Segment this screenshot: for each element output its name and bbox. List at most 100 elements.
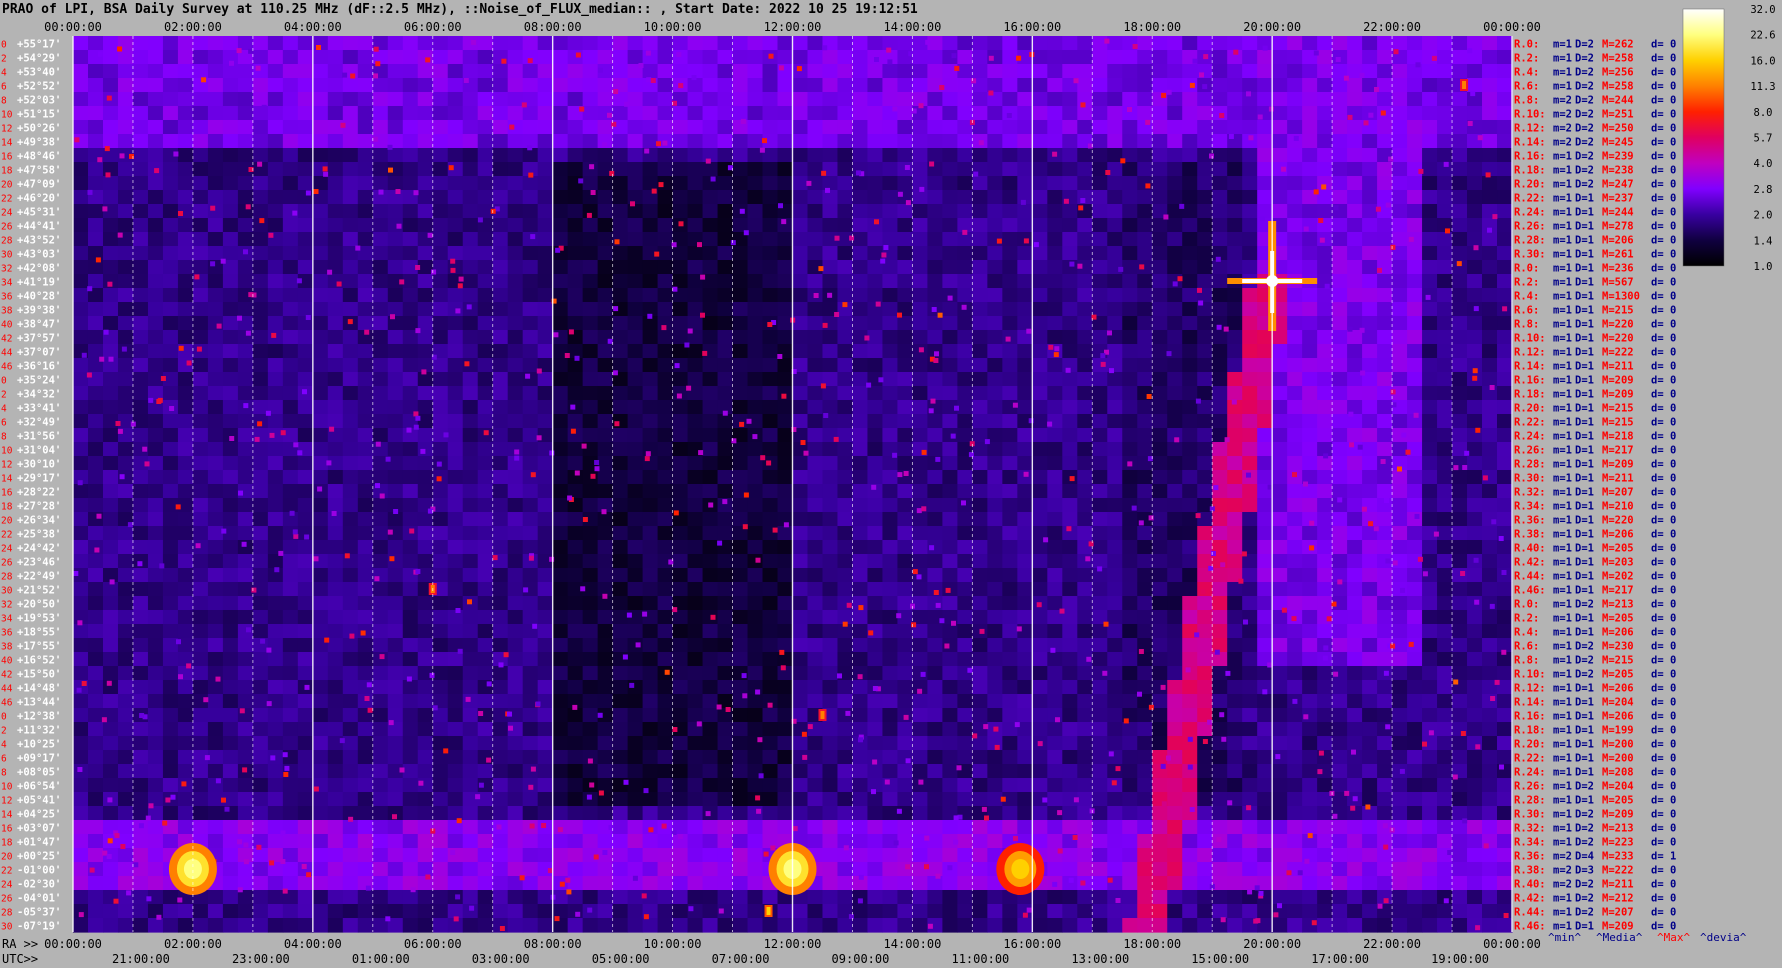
heatmap-cell xyxy=(1137,470,1153,485)
heatmap-cell xyxy=(612,288,629,303)
heatmap-cell xyxy=(387,50,404,65)
heatmap-cell xyxy=(1167,176,1183,191)
heatmap-cell xyxy=(882,554,899,569)
heatmap-cell xyxy=(192,106,209,121)
heatmap-cell xyxy=(282,722,299,737)
heatmap-cell xyxy=(1047,554,1063,569)
heatmap-cell xyxy=(747,638,764,653)
heatmap-cell xyxy=(177,470,194,485)
heatmap-cell xyxy=(762,204,779,219)
heatmap-cell xyxy=(882,708,899,723)
heatmap-cell xyxy=(1107,176,1123,191)
heatmap-cell xyxy=(312,680,329,695)
heatmap-cell xyxy=(267,484,284,499)
heatmap-cell xyxy=(1197,344,1213,359)
heatmap-cell xyxy=(117,596,134,611)
heatmap-cell xyxy=(837,414,854,429)
heatmap-cell xyxy=(402,358,419,373)
heatmap-cell xyxy=(597,120,614,135)
heatmap-cell xyxy=(1062,344,1078,359)
heatmap-cell xyxy=(1362,624,1378,639)
heatmap-cell xyxy=(477,64,494,79)
heatmap-cell xyxy=(912,316,929,331)
heatmap-cell xyxy=(1017,680,1033,695)
heatmap-cell xyxy=(177,36,194,51)
heatmap-cell xyxy=(1377,92,1393,107)
heatmap-cell xyxy=(1422,638,1438,653)
heatmap-cell xyxy=(507,78,524,93)
heatmap-cell xyxy=(237,218,254,233)
heatmap-cell xyxy=(342,358,359,373)
heatmap-cell xyxy=(942,750,958,765)
heatmap-cell xyxy=(327,582,344,597)
heatmap-cell xyxy=(567,442,584,457)
heatmap-cell xyxy=(987,470,1003,485)
heatmap-cell xyxy=(462,288,479,303)
heatmap-cell xyxy=(372,666,389,681)
heatmap-cell xyxy=(1032,274,1048,289)
heatmap-cell xyxy=(957,750,973,765)
heatmap-cell xyxy=(567,246,584,261)
heatmap-cell xyxy=(357,540,374,555)
heatmap-cell xyxy=(1467,666,1483,681)
heatmap-cell xyxy=(432,64,449,79)
heatmap-cell xyxy=(162,36,179,51)
heatmap-cell xyxy=(1407,582,1423,597)
heatmap-cell xyxy=(1092,106,1108,121)
heatmap-cell xyxy=(207,484,224,499)
heatmap-cell xyxy=(372,232,389,247)
heatmap-cell xyxy=(1287,666,1303,681)
heatmap-cell xyxy=(417,680,434,695)
heatmap-cell xyxy=(687,582,704,597)
heatmap-cell xyxy=(1422,456,1438,471)
heatmap-cell xyxy=(387,428,404,443)
heatmap-cell xyxy=(117,274,134,289)
heatmap-cell xyxy=(402,204,419,219)
heatmap-cell xyxy=(912,288,929,303)
heatmap-cell xyxy=(927,442,943,457)
heatmap-cell xyxy=(1167,358,1183,373)
heatmap-cell xyxy=(672,470,689,485)
heatmap-cell xyxy=(387,358,404,373)
heatmap-cell xyxy=(447,218,464,233)
heatmap-cell xyxy=(267,372,284,387)
heatmap-cell xyxy=(207,694,224,709)
heatmap-cell xyxy=(957,428,973,443)
heatmap-cell xyxy=(1422,344,1438,359)
heatmap-cell xyxy=(1332,680,1348,695)
heatmap-cell xyxy=(1272,736,1288,751)
heatmap-cell xyxy=(177,316,194,331)
heatmap-cell xyxy=(1452,288,1468,303)
heatmap-cell xyxy=(192,638,209,653)
heatmap-cell xyxy=(597,666,614,681)
heatmap-cell xyxy=(177,372,194,387)
heatmap-cell xyxy=(1392,316,1408,331)
heatmap-cell xyxy=(417,428,434,443)
heatmap-cell xyxy=(1077,344,1093,359)
heatmap-cell xyxy=(1152,330,1168,345)
heatmap-cell xyxy=(522,666,539,681)
heatmap-cell xyxy=(552,260,569,275)
heatmap-cell xyxy=(957,246,973,261)
heatmap-cell xyxy=(1197,484,1213,499)
heatmap-cell xyxy=(582,358,599,373)
heatmap-cell xyxy=(477,624,494,639)
heatmap-cell xyxy=(1077,694,1093,709)
heatmap-cell xyxy=(762,442,779,457)
heatmap-cell xyxy=(267,414,284,429)
heatmap-cell xyxy=(222,470,239,485)
heatmap-cell xyxy=(777,330,794,345)
heatmap-cell xyxy=(207,274,224,289)
heatmap-cell xyxy=(672,148,689,163)
heatmap-cell xyxy=(522,274,539,289)
heatmap-cell xyxy=(597,344,614,359)
heatmap-cell xyxy=(237,652,254,667)
heatmap-cell xyxy=(1452,596,1468,611)
heatmap-cell xyxy=(73,414,89,429)
heatmap-cell xyxy=(1257,414,1273,429)
heatmap-cell xyxy=(432,596,449,611)
heatmap-cell xyxy=(1227,736,1243,751)
heatmap-cell xyxy=(267,344,284,359)
heatmap-cell xyxy=(192,652,209,667)
heatmap-cell xyxy=(582,218,599,233)
